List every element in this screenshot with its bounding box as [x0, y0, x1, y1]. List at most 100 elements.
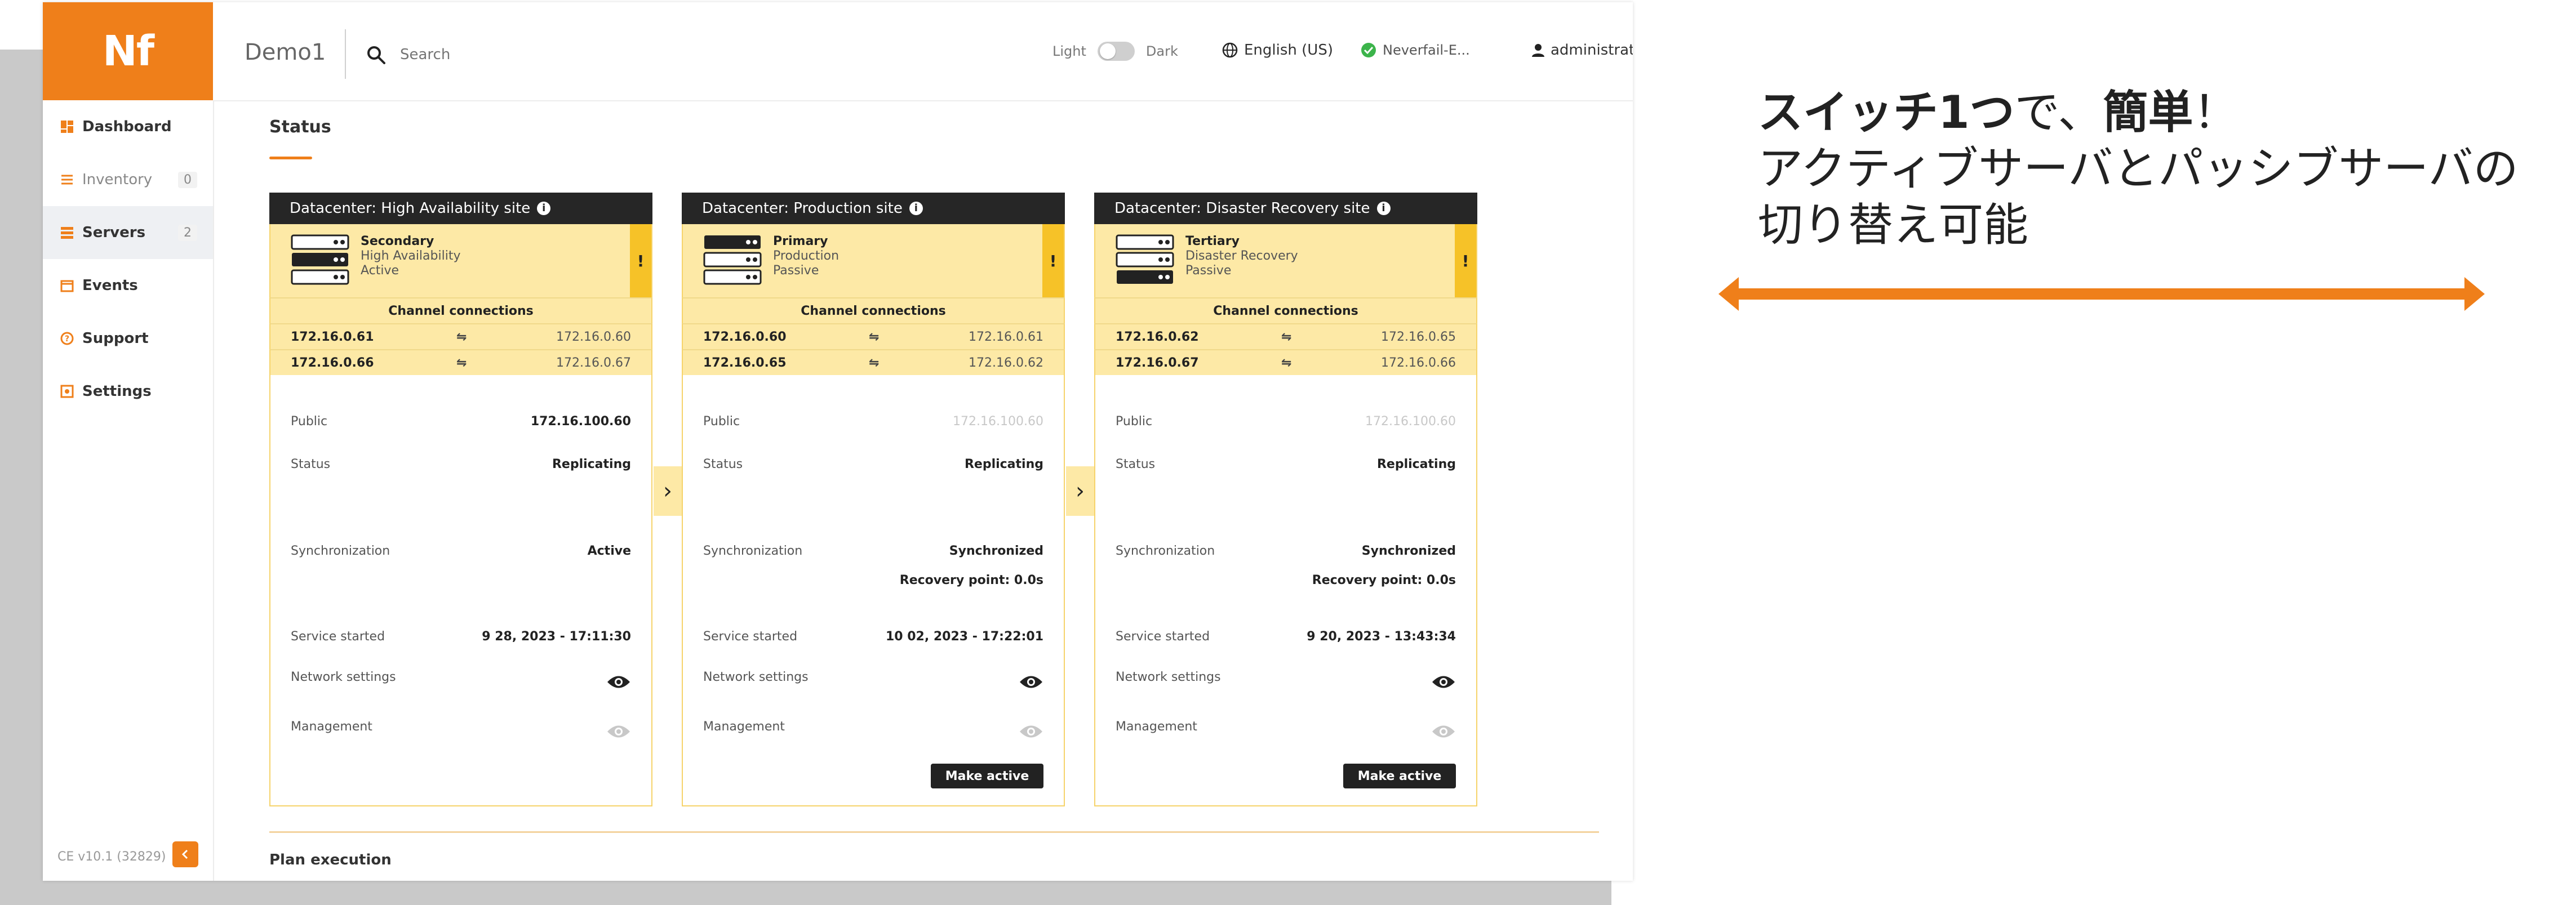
channel-right: 172.16.0.66 — [1381, 356, 1456, 370]
service-value: 10 02, 2023 - 17:22:01 — [885, 630, 1043, 644]
swap-icon: ⇋ — [869, 356, 880, 370]
search-input[interactable] — [399, 42, 604, 68]
sidebar-item-servers[interactable]: Servers 2 — [43, 206, 213, 259]
user-name: administrator — [1551, 42, 1633, 59]
sidebar-item-label: Servers — [82, 224, 146, 241]
sidebar-item-support[interactable]: ? Support — [43, 312, 213, 365]
server-rack-icon — [703, 235, 762, 285]
status-label: Status — [703, 457, 743, 471]
version-label: CE v10.1 (32829) — [57, 850, 166, 864]
theme-light-label: Light — [1052, 43, 1086, 59]
eye-icon[interactable] — [1019, 674, 1043, 690]
annotation-normal: で、 — [2014, 86, 2103, 139]
make-active-button[interactable]: Make active — [931, 764, 1043, 788]
info-icon[interactable]: i — [909, 202, 923, 215]
language-label: English (US) — [1244, 42, 1333, 59]
role-sub2: Passive — [773, 264, 819, 278]
role-name: Tertiary — [1185, 234, 1240, 248]
eye-icon-disabled — [607, 725, 630, 738]
channel-right: 172.16.0.60 — [556, 330, 631, 344]
server-name: Demo1 — [245, 39, 326, 65]
theme-toggle[interactable] — [1097, 42, 1135, 61]
make-active-button[interactable]: Make active — [1343, 764, 1456, 788]
sidebar-item-dashboard[interactable]: Dashboard — [43, 100, 213, 153]
eye-icon-disabled — [1432, 725, 1455, 738]
sidebar-item-label: Dashboard — [82, 118, 172, 135]
server-role: Secondary High Availability Active ! — [269, 224, 652, 297]
double-arrow-icon — [1718, 277, 2485, 311]
app-logo[interactable]: Nf — [43, 2, 213, 100]
info-icon[interactable]: i — [537, 202, 551, 215]
card-details: Public 172.16.100.60 Status Replicating … — [1094, 375, 1477, 806]
datacenter-card-production: Datacenter: Production site i Primary Pr… — [682, 193, 1065, 806]
warning-icon[interactable]: ! — [630, 224, 651, 297]
service-label: Service started — [703, 630, 798, 644]
public-label: Public — [291, 414, 328, 429]
sidebar-item-inventory[interactable]: Inventory 0 — [43, 153, 213, 206]
user-icon — [1532, 44, 1544, 57]
channel-row: 172.16.0.67 ⇋ 172.16.0.66 — [1094, 349, 1477, 375]
list-icon — [61, 175, 73, 185]
channel-left: 172.16.0.66 — [291, 356, 374, 370]
warning-icon[interactable]: ! — [1042, 224, 1064, 297]
channel-right: 172.16.0.65 — [1381, 330, 1456, 344]
datacenter-title: Datacenter: High Availability site — [290, 200, 531, 217]
annotation-line1: スイッチ1つで、簡単！ — [1758, 84, 2547, 141]
servers-icon — [61, 227, 73, 239]
public-value: 172.16.100.60 — [953, 414, 1043, 429]
swap-icon: ⇋ — [456, 356, 467, 370]
dashboard-icon — [61, 121, 73, 133]
service-label: Service started — [291, 630, 385, 644]
datacenter-card-ha: Datacenter: High Availability site i Sec… — [269, 193, 652, 806]
role-sub1: Production — [773, 249, 840, 263]
annotation-text: スイッチ1つで、簡単！ アクティブサーバとパッシブサーバの 切り替え可能 — [1758, 84, 2547, 253]
sidebar-item-settings[interactable]: Settings — [43, 365, 213, 418]
section-title: Status — [269, 117, 331, 137]
warning-icon[interactable]: ! — [1455, 224, 1476, 297]
recovery-point: Recovery point: 0.0s — [899, 573, 1043, 587]
channel-title: Channel connections — [682, 297, 1065, 323]
card-header: Datacenter: Production site i — [682, 193, 1065, 224]
public-value: 172.16.100.60 — [1365, 414, 1456, 429]
datacenter-title: Datacenter: Production site — [702, 200, 903, 217]
swap-icon: ⇋ — [869, 330, 880, 344]
role-text: Primary Production Passive — [773, 234, 839, 278]
info-icon[interactable]: i — [1376, 202, 1391, 215]
card-details: Public 172.16.100.60 Status Replicating … — [682, 375, 1065, 806]
swap-icon: ⇋ — [1281, 330, 1292, 344]
sidebar-item-label: Support — [82, 330, 149, 347]
annotation-line2: アクティブサーバとパッシブサーバの — [1758, 142, 2519, 195]
management-label: Management — [1116, 720, 1197, 734]
role-name: Secondary — [361, 234, 434, 248]
role-text: Secondary High Availability Active — [361, 234, 460, 278]
sync-value: Synchronized — [1361, 544, 1456, 558]
role-sub2: Passive — [1185, 264, 1232, 278]
public-label: Public — [1116, 414, 1153, 429]
sync-label: Synchronization — [291, 544, 390, 558]
role-sub1: High Availability — [361, 249, 461, 263]
collapse-sidebar-button[interactable] — [172, 841, 198, 867]
plan-divider — [269, 831, 1599, 833]
user-menu[interactable]: administrator — [1530, 42, 1633, 59]
channel-left: 172.16.0.61 — [291, 330, 374, 344]
annotation-bold2: 簡単 — [2103, 86, 2193, 139]
management-label: Management — [703, 720, 785, 734]
globe-icon — [1222, 42, 1238, 58]
connection-status[interactable]: Neverfail-E... — [1360, 42, 1470, 59]
channel-row: 172.16.0.65 ⇋ 172.16.0.62 — [682, 349, 1065, 375]
datacenter-title: Datacenter: Disaster Recovery site — [1114, 200, 1370, 217]
gear-icon — [60, 385, 74, 398]
swap-icon: ⇋ — [1281, 356, 1292, 370]
language-selector[interactable]: English (US) — [1222, 42, 1333, 59]
eye-icon[interactable] — [606, 674, 631, 690]
sidebar-item-events[interactable]: Events — [43, 259, 213, 312]
inventory-count: 0 — [178, 171, 197, 188]
status-value: Replicating — [1376, 457, 1456, 471]
sidebar-item-label: Settings — [82, 383, 152, 400]
card-details: Public 172.16.100.60 Status Replicating … — [269, 375, 652, 806]
channel-left: 172.16.0.67 — [1116, 356, 1199, 370]
sidebar: Dashboard Inventory 0 Servers 2 Events ?… — [43, 100, 214, 881]
theme-switch: Light Dark — [1052, 42, 1178, 61]
eye-icon[interactable] — [1431, 674, 1456, 690]
channel-left: 172.16.0.60 — [703, 330, 787, 344]
